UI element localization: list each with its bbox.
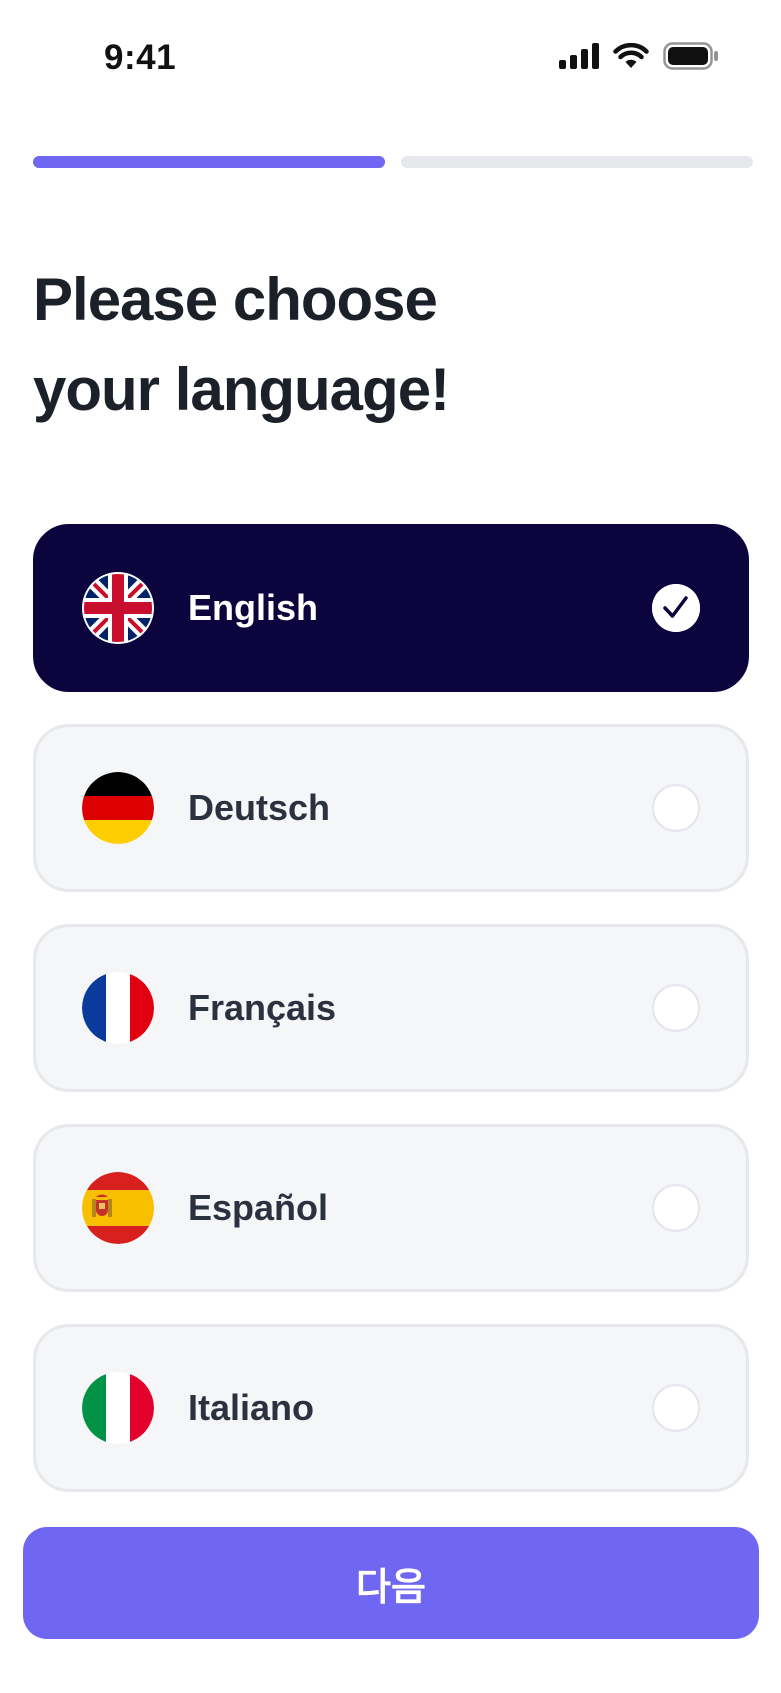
radio-unchecked-icon — [652, 984, 700, 1032]
battery-icon — [663, 42, 719, 75]
radio-unchecked-icon — [652, 1184, 700, 1232]
german-flag-icon — [82, 772, 154, 844]
language-label-italiano: Italiano — [188, 1387, 315, 1428]
progress-indicator — [33, 156, 753, 168]
language-label-deutsch: Deutsch — [188, 787, 331, 828]
french-flag-icon — [82, 972, 154, 1044]
language-option-english[interactable]: English — [33, 524, 749, 692]
language-option-espanol[interactable]: Español — [33, 1124, 749, 1292]
status-icons — [559, 42, 719, 75]
selected-check-icon — [652, 584, 700, 632]
page-title: Please choose your language! — [33, 255, 733, 435]
title-line-1: Please choose — [33, 266, 438, 333]
status-bar: 9:41 — [0, 0, 781, 120]
next-button[interactable]: 다음 — [23, 1527, 759, 1639]
language-option-deutsch[interactable]: Deutsch — [33, 724, 749, 892]
progress-step-2 — [401, 156, 753, 168]
wifi-icon — [613, 42, 649, 74]
language-option-italiano[interactable]: Italiano — [33, 1324, 749, 1492]
spanish-flag-icon — [82, 1172, 154, 1244]
radio-unchecked-icon — [652, 1384, 700, 1432]
language-label-english: English — [188, 587, 319, 628]
language-option-francais[interactable]: Français — [33, 924, 749, 1092]
title-line-2: your language! — [33, 356, 450, 423]
uk-flag-icon — [82, 572, 154, 644]
language-label-francais: Français — [188, 987, 337, 1028]
language-list: English Deutsch Français Español Italian… — [33, 524, 749, 1524]
status-time: 9:41 — [104, 38, 177, 77]
radio-unchecked-icon — [652, 784, 700, 832]
progress-step-1 — [33, 156, 385, 168]
cellular-signal-icon — [559, 43, 599, 74]
language-label-espanol: Español — [188, 1187, 329, 1228]
italian-flag-icon — [82, 1372, 154, 1444]
